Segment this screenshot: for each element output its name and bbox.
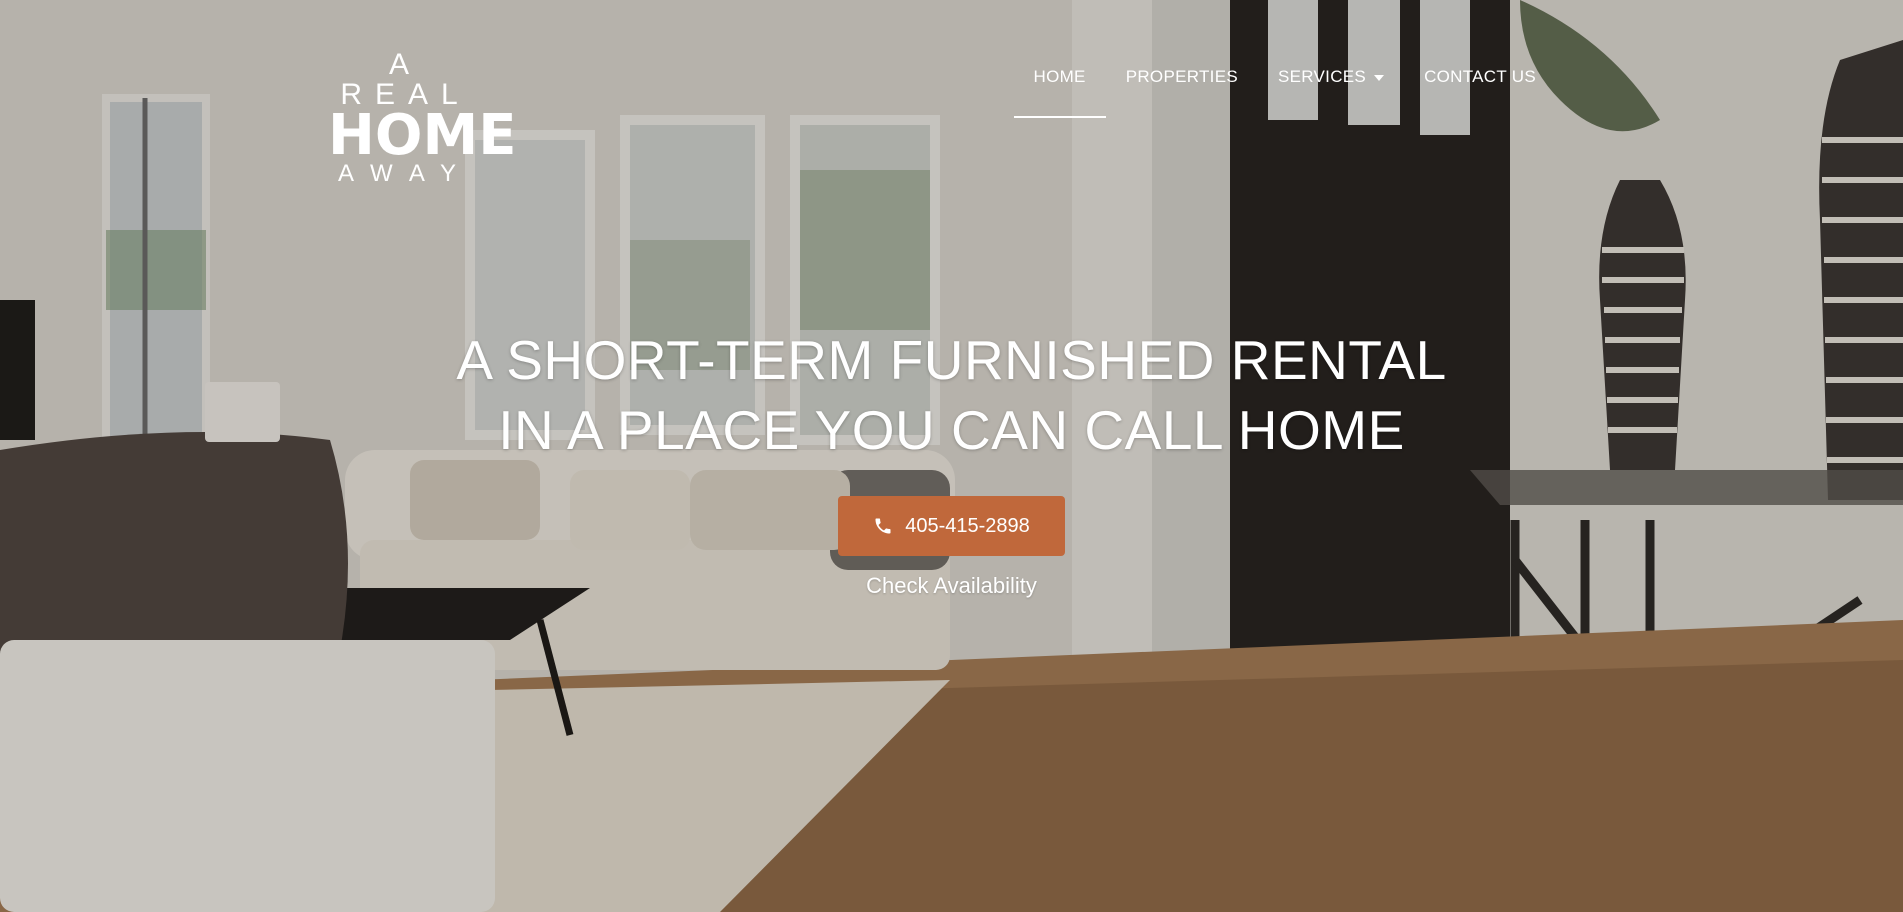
hero-headline-line-2: IN A PLACE YOU CAN CALL HOME bbox=[498, 399, 1405, 461]
nav-item-home[interactable]: HOME bbox=[1013, 64, 1106, 118]
chevron-down-icon bbox=[1374, 74, 1385, 81]
phone-number-label: 405-415-2898 bbox=[905, 514, 1030, 537]
nav-item-contact-us[interactable]: CONTACT US bbox=[1404, 64, 1556, 90]
hero-headline: A SHORT-TERM FURNISHED RENTAL IN A PLACE… bbox=[0, 325, 1903, 465]
nav-item-services[interactable]: SERVICES bbox=[1258, 64, 1404, 90]
phone-icon bbox=[875, 518, 891, 534]
site-logo[interactable]: A REAL HOME AWAY bbox=[328, 48, 516, 186]
call-phone-button[interactable]: 405-415-2898 bbox=[838, 496, 1065, 556]
main-nav: HOME PROPERTIES SERVICES CONTACT US bbox=[1013, 64, 1557, 118]
nav-item-services-label: SERVICES bbox=[1277, 67, 1367, 86]
nav-item-properties-label: PROPERTIES bbox=[1125, 67, 1238, 86]
logo-line-1: A REAL bbox=[340, 48, 471, 111]
check-availability-label: Check Availability bbox=[866, 573, 1037, 598]
check-availability-link[interactable]: Check Availability bbox=[0, 573, 1903, 599]
logo-line-2: HOME bbox=[328, 103, 517, 168]
hero-headline-line-1: A SHORT-TERM FURNISHED RENTAL bbox=[456, 329, 1447, 391]
nav-item-contact-us-label: CONTACT US bbox=[1424, 67, 1536, 86]
logo-line-3: AWAY bbox=[337, 160, 474, 187]
nav-item-properties[interactable]: PROPERTIES bbox=[1106, 64, 1258, 90]
nav-item-home-label: HOME bbox=[1033, 67, 1086, 86]
